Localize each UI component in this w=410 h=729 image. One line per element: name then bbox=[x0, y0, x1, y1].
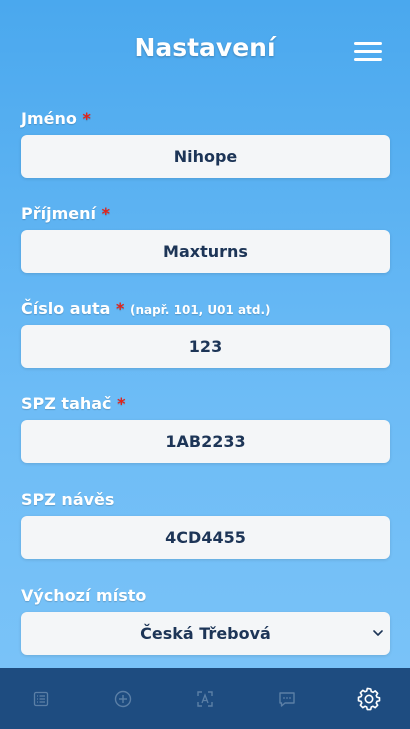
add-circle-icon bbox=[114, 690, 132, 707]
list-icon bbox=[33, 691, 49, 706]
bottom-navigation bbox=[0, 668, 410, 729]
chevron-down-icon bbox=[373, 630, 383, 636]
last-name-label: Příjmení * bbox=[21, 204, 110, 223]
nav-item-settings[interactable] bbox=[328, 668, 410, 729]
start-place-label-text: Výchozí místo bbox=[21, 586, 147, 605]
start-place-select[interactable]: Česká Třebová bbox=[21, 612, 390, 655]
car-number-hint: (např. 101, U01 atd.) bbox=[129, 303, 271, 317]
truck-plate-value: 1AB2233 bbox=[165, 432, 246, 451]
start-place-value: Česká Třebová bbox=[140, 624, 271, 643]
nav-item-add[interactable] bbox=[82, 668, 164, 729]
required-mark: * bbox=[82, 109, 91, 128]
truck-plate-label: SPZ tahač * bbox=[21, 394, 126, 413]
gear-icon bbox=[357, 687, 381, 710]
last-name-field[interactable]: Maxturns bbox=[21, 230, 390, 273]
nav-item-list[interactable] bbox=[0, 668, 82, 729]
car-number-label-text: Číslo auta bbox=[21, 299, 111, 318]
last-name-label-text: Příjmení bbox=[21, 204, 96, 223]
car-number-value: 123 bbox=[188, 337, 223, 356]
trailer-plate-field[interactable]: 4CD4455 bbox=[21, 516, 390, 559]
first-name-label-text: Jméno bbox=[21, 109, 77, 128]
menu-bar bbox=[354, 42, 382, 45]
car-number-label: Číslo auta * (např. 101, U01 atd.) bbox=[21, 299, 271, 318]
required-mark: * bbox=[116, 299, 125, 318]
hamburger-menu-button[interactable] bbox=[354, 40, 382, 62]
nav-item-chat[interactable] bbox=[246, 668, 328, 729]
trailer-plate-label-text: SPZ návěs bbox=[21, 490, 115, 509]
trailer-plate-value: 4CD4455 bbox=[165, 528, 246, 547]
start-place-label: Výchozí místo bbox=[21, 586, 146, 605]
chat-icon bbox=[279, 691, 295, 707]
truck-plate-field[interactable]: 1AB2233 bbox=[21, 420, 390, 463]
menu-bar bbox=[354, 58, 382, 61]
car-number-field[interactable]: 123 bbox=[21, 325, 390, 368]
trailer-plate-label: SPZ návěs bbox=[21, 490, 114, 509]
required-mark: * bbox=[101, 204, 110, 223]
first-name-value: Nihope bbox=[173, 147, 238, 166]
nav-item-scan[interactable] bbox=[164, 668, 246, 729]
first-name-field[interactable]: Nihope bbox=[21, 135, 390, 178]
page-title: Nastavení bbox=[134, 33, 276, 62]
last-name-value: Maxturns bbox=[163, 242, 248, 261]
required-mark: * bbox=[117, 394, 126, 413]
scan-icon bbox=[197, 690, 213, 707]
first-name-label: Jméno * bbox=[21, 109, 91, 128]
truck-plate-label-text: SPZ tahač bbox=[21, 394, 112, 413]
app-header: Nastavení bbox=[0, 0, 410, 100]
menu-bar bbox=[354, 50, 382, 53]
